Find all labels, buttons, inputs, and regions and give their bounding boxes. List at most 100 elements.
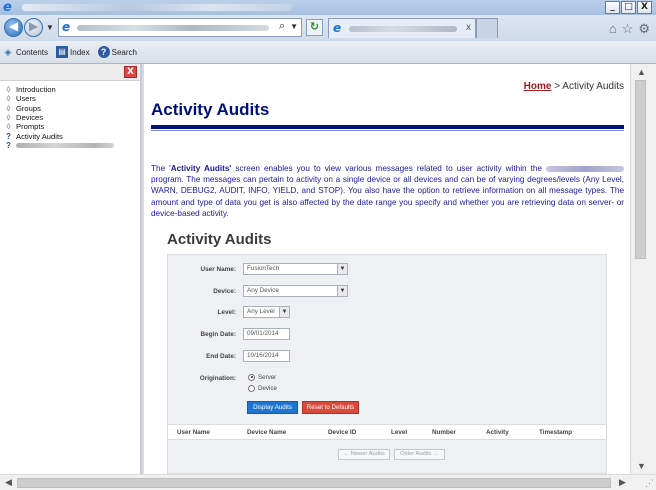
end-date-input[interactable]: 10/16/2014 [243,350,290,362]
vertical-scroll-thumb[interactable] [635,80,646,259]
horizontal-scroll-thumb[interactable] [17,478,611,488]
tree-pane-header: X [0,64,140,81]
column-header[interactable]: User Name [177,429,210,436]
radio-label: Device [258,384,277,392]
tree-item-label: Devices [16,113,44,123]
column-header[interactable]: Level [391,429,407,436]
origination-label: Origination: [199,374,236,382]
radio-selected-icon [248,373,255,381]
end-date-row: End Date: 10/16/2014 [168,349,290,363]
help-page-icon: ? [6,131,11,141]
user-name-row: User Name: FusionTech ▼ [168,262,348,276]
column-header[interactable]: Activity [486,429,509,436]
tree-item-label: Users [16,94,36,104]
tree-item-activity-audits[interactable]: ? Activity Audits [3,131,140,141]
reset-to-defaults-button[interactable]: Reset to Defaults [302,401,359,414]
device-row: Device: Any Device ▼ [168,284,348,298]
contents-tree-pane: X ◊ Introduction ◊ Users ◊ Groups ◊ Devi… [0,64,142,474]
resize-grip-icon[interactable]: ⋰ [645,478,654,489]
help-content-pane: Home > Activity Audits Activity Audits T… [144,64,630,474]
level-label: Level: [217,308,236,316]
breadcrumb: Home > Activity Audits [524,81,624,92]
chevron-down-icon: ▼ [337,264,347,274]
radio-unselected-icon [248,384,255,392]
end-date-value: 10/16/2014 [247,352,279,359]
address-search-icon[interactable]: ⌕ [279,20,285,33]
scroll-down-arrow-icon[interactable]: ▼ [637,461,646,471]
tools-gear-icon[interactable]: ⚙ [638,21,650,37]
scroll-left-arrow-icon[interactable]: ◀ [5,477,12,488]
origination-server-radio[interactable]: Server [248,372,277,382]
tree-item-label: Introduction [16,85,56,95]
breadcrumb-home-link[interactable]: Home [524,81,552,92]
book-icon: ◊ [6,85,11,95]
tree-item-devices[interactable]: ◊ Devices [3,113,140,122]
breadcrumb-separator: > [551,81,563,92]
help-toolbar: ◈ Contents ▤ Index ? Search [0,41,656,64]
search-button[interactable]: ? Search [97,46,137,58]
browser-tab[interactable]: e x [328,18,476,38]
newer-audits-button[interactable]: ← Newer Audits [338,449,390,460]
screenshot-title: Activity Audits [167,231,272,248]
level-value: Any Level [247,308,275,315]
origination-radio-group: Server Device [248,372,277,393]
origination-row: Origination: [168,371,243,385]
favorites-icon[interactable]: ☆ [622,21,634,37]
begin-date-row: Begin Date: 09/01/2014 [168,327,290,341]
minimize-button[interactable]: _ [605,1,620,14]
tab-page-icon: e [333,21,342,35]
older-audits-button[interactable]: Older Audits → [394,449,445,460]
book-icon: ◊ [6,122,11,132]
user-name-select[interactable]: FusionTech ▼ [243,263,348,275]
close-tab-icon[interactable]: x [466,22,471,33]
level-select[interactable]: Any Level ▼ [243,306,290,318]
tab-title-redacted [349,26,457,32]
vertical-scrollbar[interactable]: ▲ ▼ [630,64,656,474]
close-pane-button[interactable]: X [124,66,137,78]
back-button[interactable]: ◀ [4,18,23,37]
window-title-bar: e _ □ X [0,0,656,15]
address-bar[interactable]: e ⌕ ▼ [58,18,302,37]
tree-item-introduction[interactable]: ◊ Introduction [3,85,140,94]
browser-logo-icon: e [3,0,12,15]
tree-item-label: Activity Audits [16,131,63,141]
product-name-redacted [546,165,624,172]
tree-item-redacted[interactable]: ? [3,141,140,150]
tree-item-users[interactable]: ◊ Users [3,94,140,103]
intro-lead: The ' [151,164,171,173]
home-icon[interactable]: ⌂ [609,21,617,37]
display-audits-button[interactable]: Display Audits [247,401,298,414]
column-header[interactable]: Timestamp [539,429,572,436]
column-header[interactable]: Device ID [328,429,356,436]
close-window-button[interactable]: X [637,1,652,14]
radio-label: Server [258,373,277,381]
maximize-button[interactable]: □ [621,1,636,14]
user-name-value: FusionTech [247,265,280,272]
column-header[interactable]: Device Name [247,429,286,436]
new-tab-button[interactable] [476,18,498,38]
index-button[interactable]: ▤ Index [56,46,90,58]
scroll-right-arrow-icon[interactable]: ▶ [619,477,626,488]
origination-device-radio[interactable]: Device [248,383,277,393]
column-header[interactable]: Number [432,429,456,436]
tree-item-label: Groups [16,103,41,113]
help-page-icon: ? [6,140,11,150]
address-dropdown-icon[interactable]: ▼ [290,22,298,31]
forward-button[interactable]: ▶ [24,18,43,37]
search-label: Search [111,47,137,57]
history-dropdown-icon[interactable]: ▼ [46,23,54,32]
chevron-down-icon: ▼ [337,286,347,296]
device-label: Device: [213,287,236,295]
window-controls: _ □ X [605,1,652,14]
tree-item-groups[interactable]: ◊ Groups [3,104,140,113]
search-help-icon: ? [97,46,110,58]
contents-button[interactable]: ◈ Contents [2,46,49,58]
book-icon: ◊ [6,113,11,123]
page-title: Activity Audits [151,100,270,119]
scroll-up-arrow-icon[interactable]: ▲ [637,67,646,77]
begin-date-input[interactable]: 09/01/2014 [243,328,290,340]
device-select[interactable]: Any Device ▼ [243,285,348,297]
tree-item-prompts[interactable]: ◊ Prompts [3,122,140,131]
horizontal-scrollbar[interactable]: ◀ ▶ ⋰ [0,474,656,490]
refresh-button[interactable]: ↻ [306,19,323,36]
